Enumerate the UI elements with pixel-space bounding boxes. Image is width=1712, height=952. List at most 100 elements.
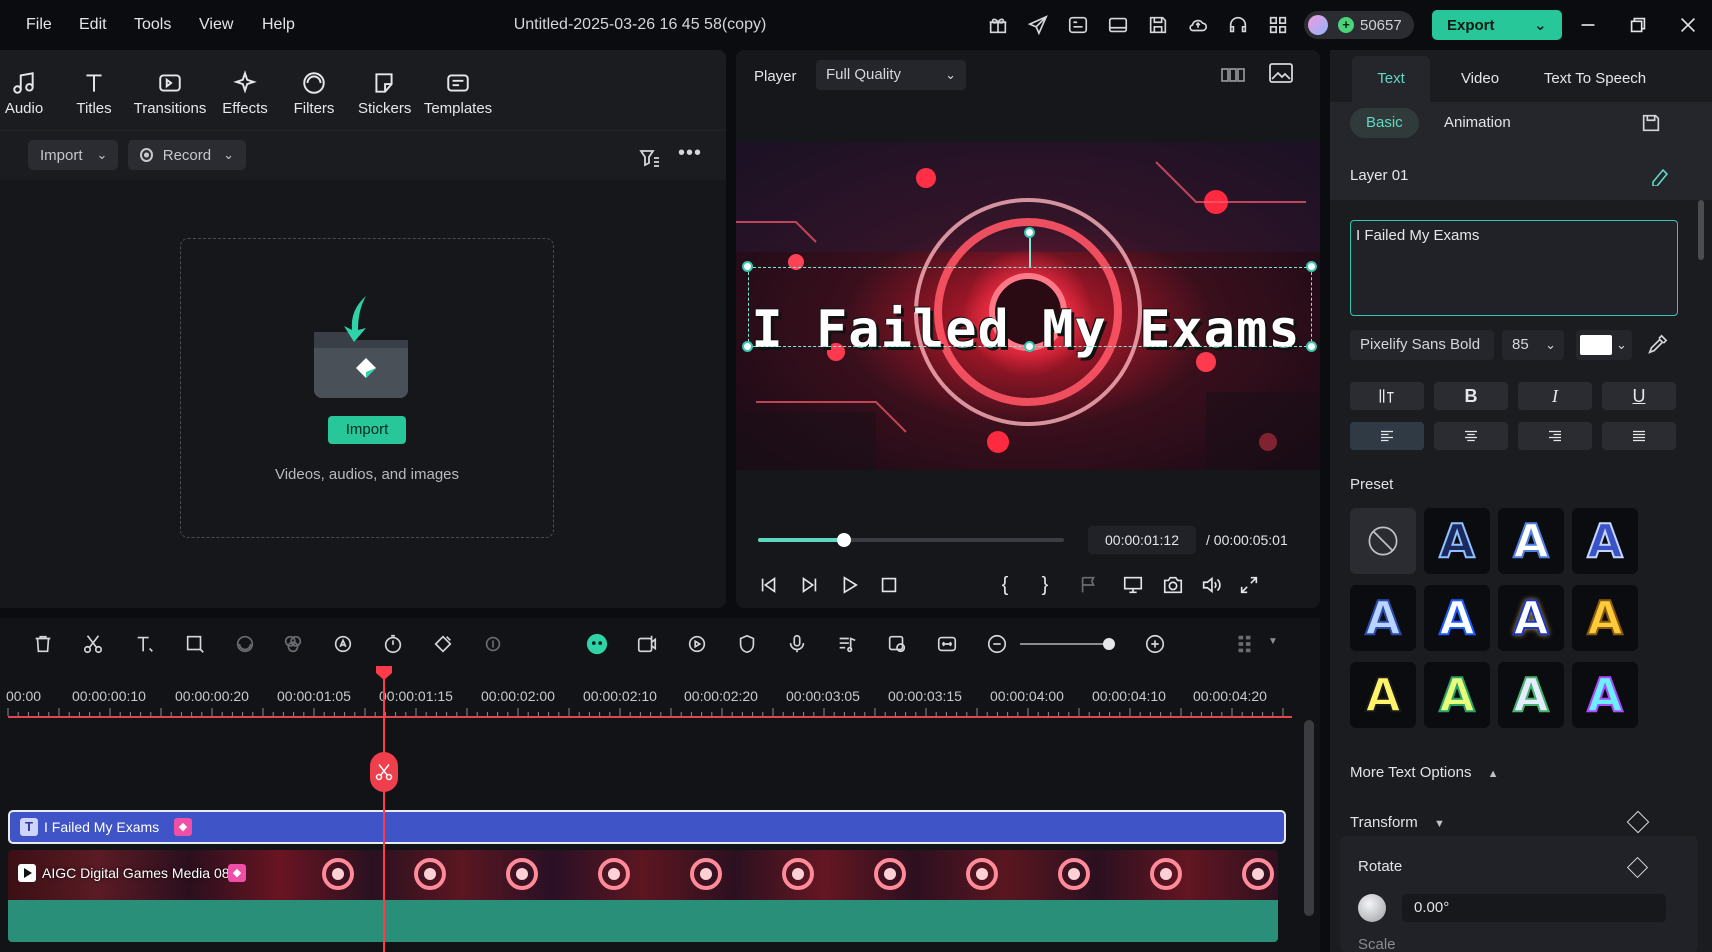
preset-a-7[interactable]: A bbox=[1572, 585, 1638, 651]
microphone-icon[interactable] bbox=[784, 631, 810, 657]
track-layout-icon[interactable] bbox=[1232, 631, 1258, 657]
rotate-keyframe-icon[interactable] bbox=[1626, 856, 1649, 879]
zoom-in-icon[interactable] bbox=[1142, 631, 1168, 657]
send-icon[interactable] bbox=[1026, 13, 1050, 37]
timeline-vertical-scrollbar[interactable] bbox=[1304, 720, 1314, 916]
menu-file[interactable]: File bbox=[26, 16, 52, 34]
display-settings-icon[interactable] bbox=[1120, 572, 1146, 598]
layout-icon[interactable] bbox=[1106, 13, 1130, 37]
playhead[interactable] bbox=[376, 666, 392, 952]
zoom-slider[interactable] bbox=[1020, 638, 1115, 650]
image-to-video-icon[interactable] bbox=[634, 631, 660, 657]
resize-handle-bl[interactable] bbox=[742, 341, 753, 352]
rotate-dial[interactable] bbox=[1358, 894, 1386, 922]
tab-video[interactable]: Video bbox=[1440, 56, 1520, 102]
headset-icon[interactable] bbox=[1226, 13, 1250, 37]
delete-icon[interactable] bbox=[30, 631, 56, 657]
subtab-animation[interactable]: Animation bbox=[1428, 108, 1527, 138]
rotate-handle[interactable] bbox=[1024, 227, 1035, 238]
align-center-button[interactable] bbox=[1434, 422, 1508, 450]
menu-view[interactable]: View bbox=[199, 16, 233, 34]
media-library-icon[interactable] bbox=[1066, 13, 1090, 37]
underline-button[interactable]: U bbox=[1602, 382, 1676, 410]
video-clip[interactable]: AIGC Digital Games Media 08 ◆ bbox=[8, 850, 1278, 942]
tab-titles[interactable]: Titles bbox=[74, 70, 114, 117]
import-dropdown[interactable]: Import ⌄ bbox=[28, 140, 118, 170]
camera-snapshot-icon[interactable] bbox=[1160, 572, 1186, 598]
add-text-icon[interactable] bbox=[132, 631, 158, 657]
preset-a-11[interactable]: A bbox=[1572, 662, 1638, 728]
align-right-button[interactable] bbox=[1518, 422, 1592, 450]
tab-text-to-speech[interactable]: Text To Speech bbox=[1530, 56, 1660, 102]
ai-edit-icon[interactable] bbox=[1650, 164, 1674, 187]
ai-copilot-icon[interactable] bbox=[584, 631, 610, 657]
play-icon[interactable] bbox=[836, 572, 862, 598]
text-clip[interactable]: T I Failed My Exams ◆ bbox=[8, 810, 1286, 844]
text-content-field[interactable]: I Failed My Exams bbox=[1350, 220, 1678, 316]
mark-out-icon[interactable]: } bbox=[1032, 572, 1058, 598]
snapshot-image-icon[interactable] bbox=[1268, 60, 1294, 86]
motion-track-icon[interactable] bbox=[480, 631, 506, 657]
subtab-basic[interactable]: Basic bbox=[1350, 108, 1419, 138]
playback-knob[interactable] bbox=[836, 533, 851, 547]
menu-tools[interactable]: Tools bbox=[134, 16, 171, 34]
playback-scrubber[interactable] bbox=[758, 533, 1064, 547]
color-match-icon[interactable] bbox=[280, 631, 306, 657]
preset-a-8[interactable]: A bbox=[1350, 662, 1416, 728]
rotate-input[interactable]: 0.00° bbox=[1402, 894, 1666, 922]
menu-help[interactable]: Help bbox=[262, 16, 295, 34]
crop-icon[interactable] bbox=[182, 631, 208, 657]
tab-filters[interactable]: Filters bbox=[292, 70, 336, 117]
italic-button[interactable]: I bbox=[1518, 382, 1592, 410]
fit-timeline-icon[interactable] bbox=[934, 631, 960, 657]
preset-a-2[interactable]: A bbox=[1498, 508, 1564, 574]
auto-reframe-icon[interactable] bbox=[684, 631, 710, 657]
text-color-picker[interactable]: ⌄ bbox=[1576, 330, 1632, 360]
transform-section-toggle[interactable]: Transform ▼ bbox=[1350, 814, 1445, 831]
tab-templates[interactable]: Templates bbox=[422, 70, 494, 117]
save-icon[interactable] bbox=[1146, 13, 1170, 37]
volume-icon[interactable] bbox=[1198, 572, 1224, 598]
split-button[interactable] bbox=[370, 752, 398, 792]
bold-button[interactable]: B bbox=[1434, 382, 1508, 410]
mark-in-icon[interactable]: { bbox=[992, 572, 1018, 598]
preset-a-4[interactable]: A bbox=[1350, 585, 1416, 651]
align-left-button[interactable] bbox=[1350, 422, 1424, 450]
preset-a-1[interactable]: A bbox=[1424, 508, 1490, 574]
grid-view-icon[interactable] bbox=[1220, 62, 1246, 88]
eyedropper-icon[interactable] bbox=[1646, 334, 1668, 356]
more-text-options-toggle[interactable]: More Text Options ▲ bbox=[1350, 764, 1499, 781]
zoom-slider-knob[interactable] bbox=[1103, 638, 1115, 650]
justify-button[interactable] bbox=[1602, 422, 1676, 450]
zoom-out-icon[interactable] bbox=[984, 631, 1010, 657]
preset-a-5[interactable]: A bbox=[1424, 585, 1490, 651]
keyframe-edit-icon[interactable] bbox=[430, 631, 456, 657]
more-options-icon[interactable]: ••• bbox=[678, 142, 702, 165]
shield-icon[interactable] bbox=[734, 631, 760, 657]
minimize-icon[interactable] bbox=[1576, 13, 1600, 37]
current-timecode[interactable]: 00:00:01:12 bbox=[1088, 526, 1196, 554]
tab-audio[interactable]: Audio bbox=[4, 70, 44, 117]
font-size-select[interactable]: 85 ⌄ bbox=[1502, 330, 1564, 360]
tab-text[interactable]: Text bbox=[1352, 56, 1430, 102]
tab-effects[interactable]: Effects bbox=[220, 70, 270, 117]
cloud-upload-icon[interactable] bbox=[1186, 13, 1210, 37]
tab-stickers[interactable]: Stickers bbox=[358, 70, 411, 117]
stop-icon[interactable] bbox=[876, 572, 902, 598]
audio-mixer-icon[interactable] bbox=[834, 631, 860, 657]
speed-icon[interactable] bbox=[380, 631, 406, 657]
preset-a-6[interactable]: A bbox=[1498, 585, 1564, 651]
keyframe-diamond-icon[interactable] bbox=[1626, 810, 1650, 834]
tab-transitions[interactable]: Transitions bbox=[132, 70, 208, 117]
resize-handle-tl[interactable] bbox=[742, 261, 753, 272]
preset-a-9[interactable]: A bbox=[1424, 662, 1490, 728]
marker-icon[interactable] bbox=[1076, 572, 1102, 598]
gift-icon[interactable] bbox=[986, 13, 1010, 37]
preset-none[interactable] bbox=[1350, 508, 1416, 574]
fullscreen-icon[interactable] bbox=[1236, 572, 1262, 598]
auto-sync-icon[interactable] bbox=[884, 631, 910, 657]
close-icon[interactable] bbox=[1676, 13, 1700, 37]
text-direction-button[interactable] bbox=[1350, 382, 1424, 410]
text-selection-box[interactable] bbox=[748, 267, 1312, 347]
resize-handle-tr[interactable] bbox=[1306, 261, 1317, 272]
